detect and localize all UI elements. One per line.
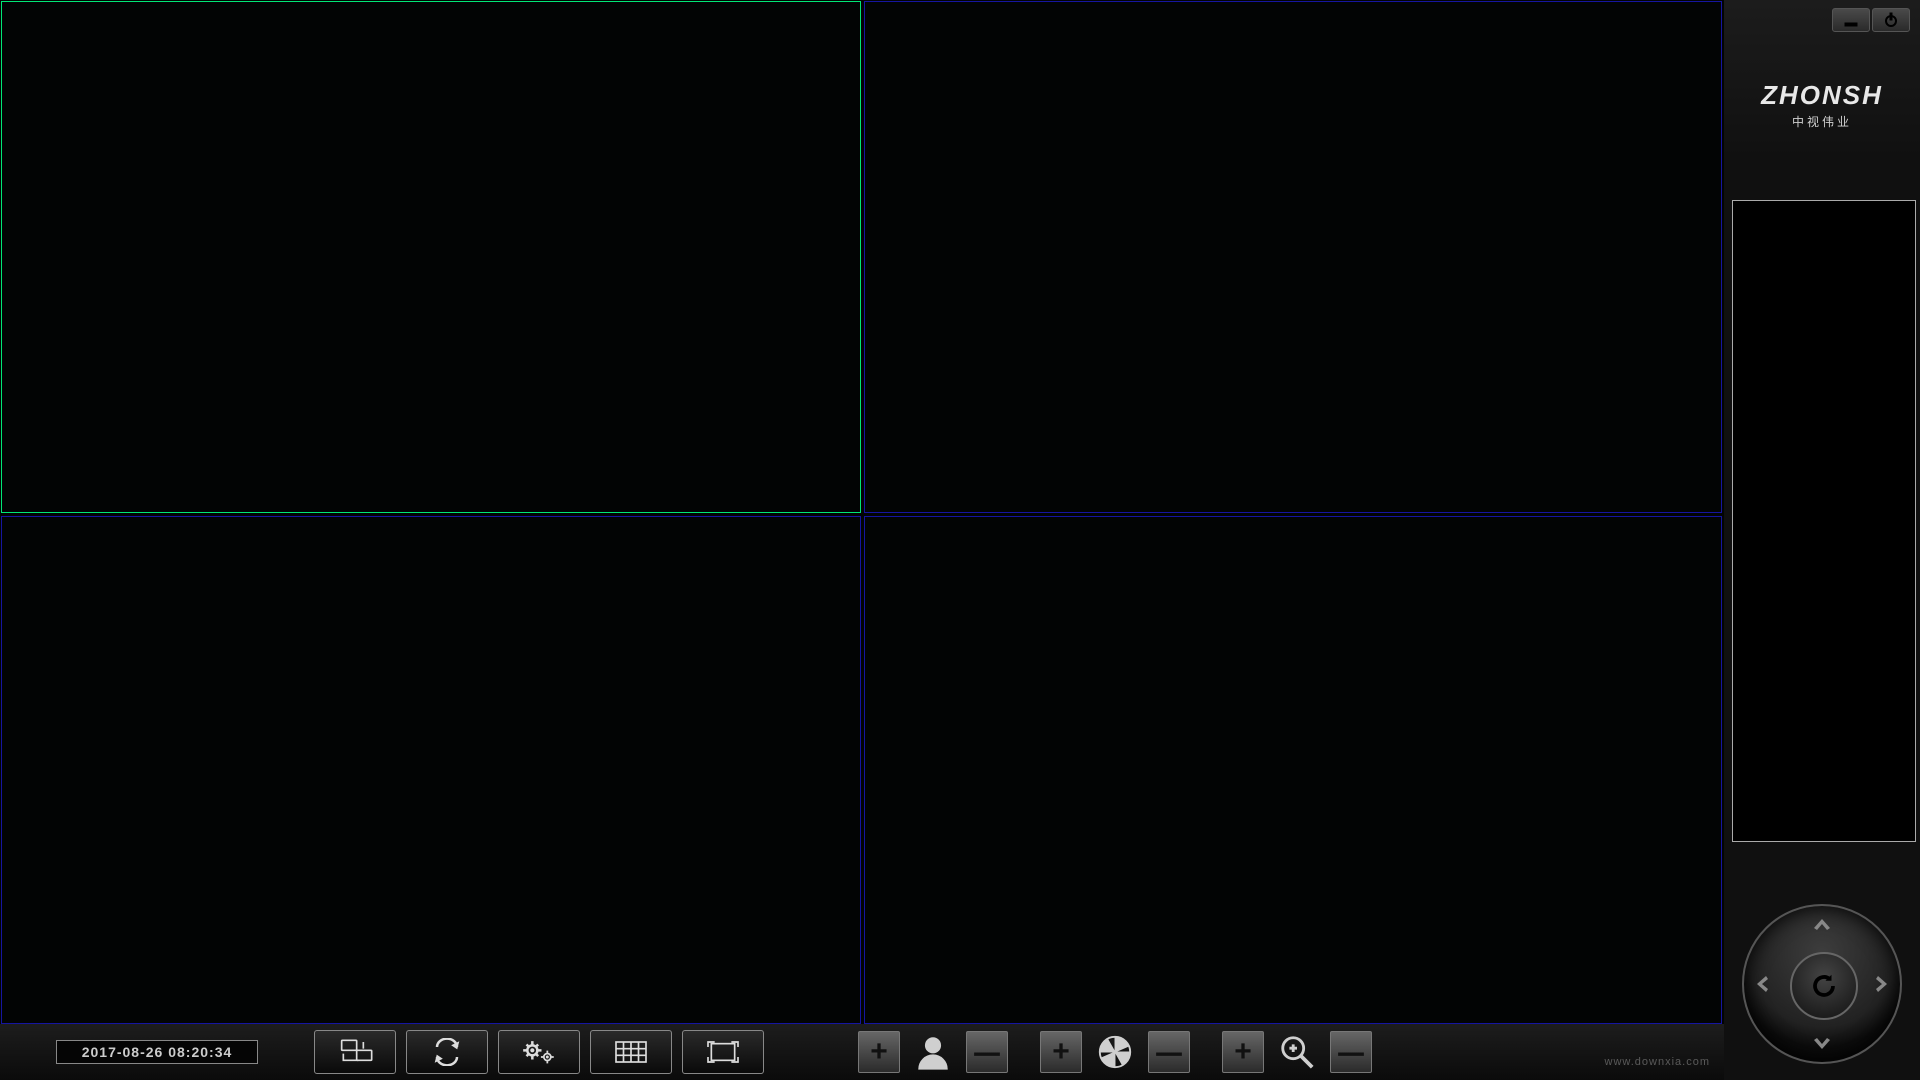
right-sidebar: ZHONSH 中视伟业: [1724, 0, 1920, 1080]
refresh-button[interactable]: [406, 1030, 488, 1074]
ptz-right-button[interactable]: [1868, 970, 1896, 998]
ptz-control: [1724, 894, 1920, 1074]
camera-cell-4[interactable]: [864, 516, 1722, 1024]
aperture-icon: [1090, 1027, 1140, 1077]
ptz-left-button[interactable]: [1748, 970, 1776, 998]
gears-icon: [519, 1038, 559, 1066]
device-list-panel[interactable]: [1732, 200, 1916, 842]
zoom-out-button[interactable]: －: [1330, 1031, 1372, 1073]
camera-cell-3[interactable]: [1, 516, 861, 1024]
video-grid: [0, 0, 1724, 1024]
iris-close-button[interactable]: －: [1148, 1031, 1190, 1073]
iris-control-group: + －: [1036, 1027, 1194, 1077]
refresh-icon: [1809, 971, 1839, 1001]
zoom-control-group: + －: [1218, 1027, 1376, 1077]
ptz-down-button[interactable]: [1808, 1030, 1836, 1058]
brand-text-main: ZHONSH: [1761, 80, 1883, 110]
minimize-icon: [1843, 12, 1859, 28]
grid-icon: [611, 1038, 651, 1066]
bottom-toolbar: 2017-08-26 08:20:34 +: [0, 1024, 1724, 1080]
fullscreen-icon: [703, 1038, 743, 1066]
chevron-down-icon: [1812, 1034, 1832, 1054]
grid-layout-button[interactable]: [590, 1030, 672, 1074]
user-control-group: + －: [854, 1027, 1012, 1077]
iris-open-button[interactable]: +: [1040, 1031, 1082, 1073]
minimize-button[interactable]: [1832, 8, 1870, 32]
datetime-display: 2017-08-26 08:20:34: [56, 1040, 258, 1064]
ptz-reset-button[interactable]: [1790, 952, 1858, 1020]
chevron-up-icon: [1812, 914, 1832, 934]
watermark-text: www.downxia.com: [1605, 1056, 1710, 1068]
user-remove-button[interactable]: －: [966, 1031, 1008, 1073]
brand-logo: ZHONSH 中视伟业: [1724, 80, 1920, 130]
chevron-right-icon: [1872, 974, 1892, 994]
user-icon: [908, 1027, 958, 1077]
camera-cell-1[interactable]: [1, 1, 861, 513]
network-icon: [335, 1038, 375, 1066]
user-add-button[interactable]: +: [858, 1031, 900, 1073]
ptz-up-button[interactable]: [1808, 910, 1836, 938]
camera-cell-2[interactable]: [864, 1, 1722, 513]
power-button[interactable]: [1872, 8, 1910, 32]
zoom-in-button[interactable]: +: [1222, 1031, 1264, 1073]
chevron-left-icon: [1752, 974, 1772, 994]
network-button[interactable]: [314, 1030, 396, 1074]
brand-text-sub: 中视伟业: [1724, 113, 1920, 130]
sync-icon: [427, 1038, 467, 1066]
power-icon: [1883, 12, 1899, 28]
fullscreen-button[interactable]: [682, 1030, 764, 1074]
magnifier-icon: [1272, 1027, 1322, 1077]
settings-button[interactable]: [498, 1030, 580, 1074]
